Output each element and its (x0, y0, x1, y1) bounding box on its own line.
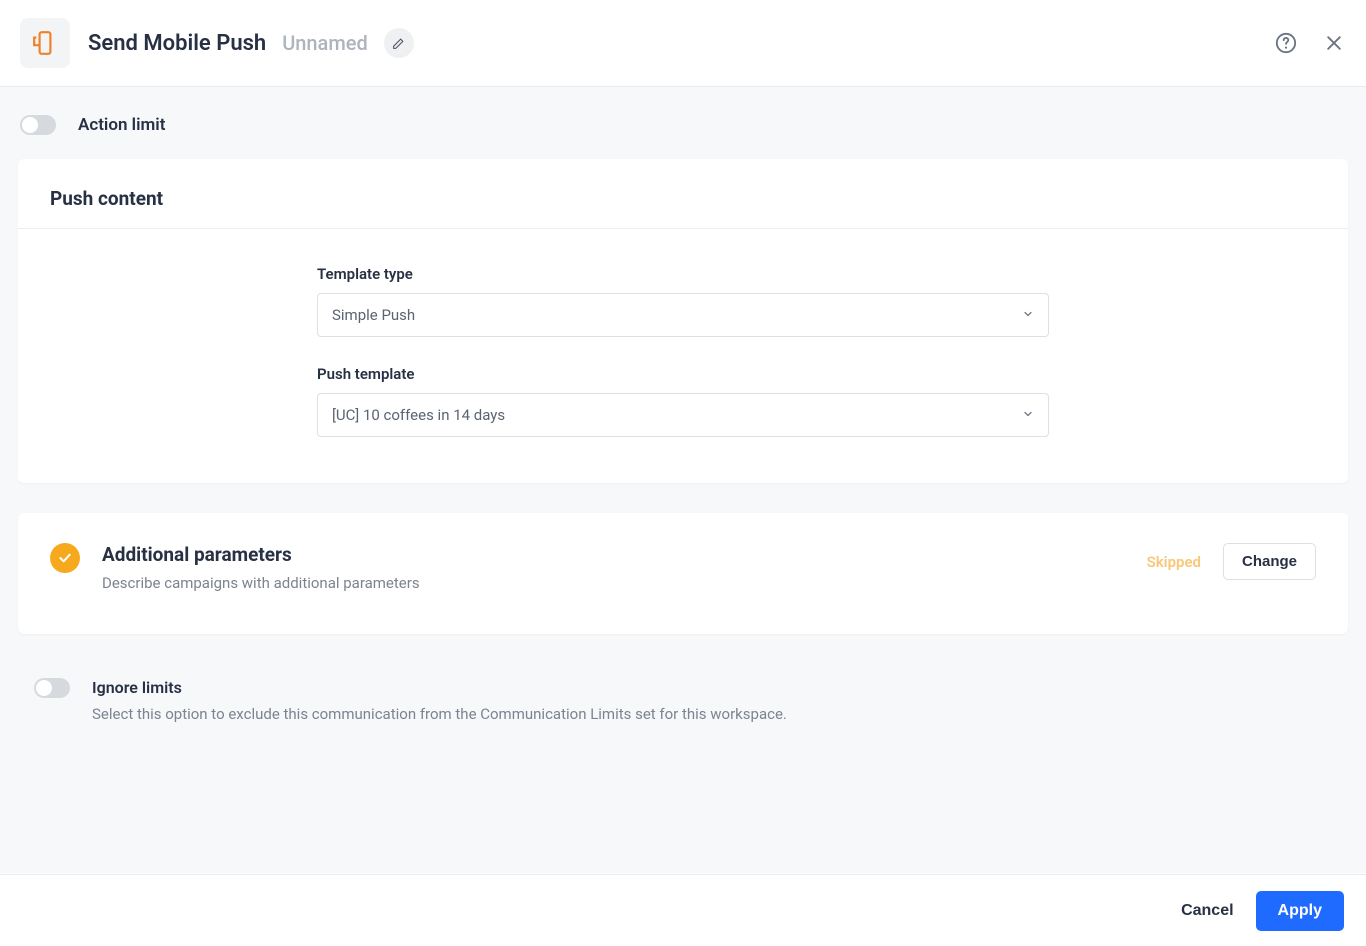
push-content-title: Push content (50, 187, 1316, 210)
additional-params-text: Additional parameters Describe campaigns… (102, 543, 420, 592)
mobile-push-icon (32, 30, 58, 56)
ignore-limits-label: Ignore limits (92, 678, 787, 697)
ignore-limits-toggle[interactable] (34, 678, 70, 698)
apply-button[interactable]: Apply (1256, 891, 1344, 931)
additional-params-card: Additional parameters Describe campaigns… (18, 513, 1348, 634)
action-type-icon (20, 18, 70, 68)
push-template-label: Push template (317, 365, 1049, 383)
page-title: Send Mobile Push (88, 31, 266, 56)
additional-params-left: Additional parameters Describe campaigns… (50, 543, 420, 592)
ignore-limits-text: Ignore limits Select this option to excl… (92, 678, 787, 723)
edit-name-button[interactable] (384, 28, 414, 58)
template-type-select[interactable]: Simple Push (317, 293, 1049, 337)
push-template-group: Push template [UC] 10 coffees in 14 days (317, 365, 1049, 437)
action-limit-row: Action limit (0, 87, 1366, 159)
cancel-button[interactable]: Cancel (1181, 902, 1233, 920)
action-limit-label: Action limit (78, 115, 165, 135)
pencil-icon (392, 37, 405, 50)
panel-header: Send Mobile Push Unnamed (0, 0, 1366, 87)
panel-footer: Cancel Apply (0, 874, 1366, 946)
change-button[interactable]: Change (1223, 543, 1316, 580)
action-limit-toggle[interactable] (20, 115, 56, 135)
additional-params-desc: Describe campaigns with additional param… (102, 574, 420, 592)
check-icon (57, 550, 73, 566)
panel-body: Action limit Push content Template type … (0, 87, 1366, 873)
help-button[interactable] (1274, 31, 1298, 55)
close-button[interactable] (1322, 31, 1346, 55)
push-template-select[interactable]: [UC] 10 coffees in 14 days (317, 393, 1049, 437)
push-content-card: Push content Template type Simple Push P… (18, 159, 1348, 483)
page-subtitle: Unnamed (282, 31, 368, 55)
template-type-label: Template type (317, 265, 1049, 283)
additional-params-title: Additional parameters (102, 543, 420, 566)
additional-params-right: Skipped Change (1147, 543, 1316, 580)
template-type-group: Template type Simple Push (317, 265, 1049, 337)
header-left: Send Mobile Push Unnamed (20, 18, 414, 68)
close-icon (1324, 33, 1344, 53)
push-template-value: [UC] 10 coffees in 14 days (332, 406, 505, 424)
help-icon (1275, 32, 1297, 54)
push-content-body: Template type Simple Push Push template … (18, 229, 1348, 483)
header-right (1274, 31, 1346, 55)
chevron-down-icon (1022, 406, 1034, 424)
ignore-limits-row: Ignore limits Select this option to excl… (0, 658, 1366, 743)
status-badge (50, 543, 80, 573)
ignore-limits-desc: Select this option to exclude this commu… (92, 705, 787, 723)
template-type-value: Simple Push (332, 306, 415, 324)
additional-params-status: Skipped (1147, 553, 1201, 571)
chevron-down-icon (1022, 306, 1034, 324)
push-content-header: Push content (18, 159, 1348, 229)
page-title-wrapper: Send Mobile Push Unnamed (88, 28, 414, 58)
